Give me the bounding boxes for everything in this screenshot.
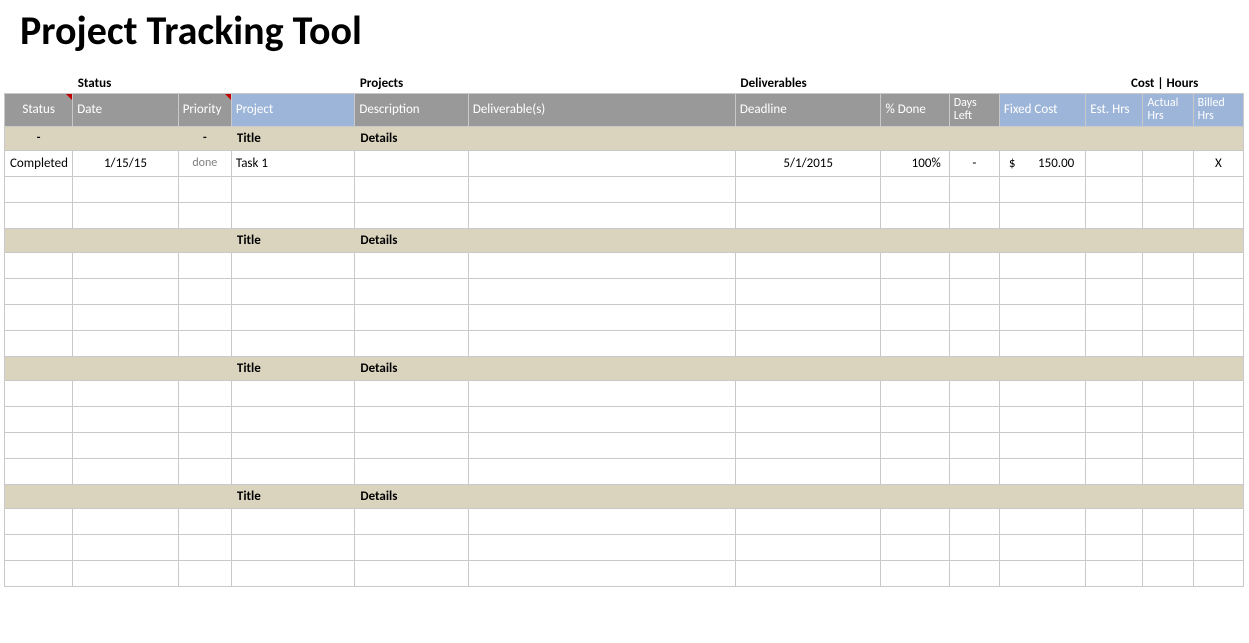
cell-priority[interactable]: done: [178, 150, 231, 176]
page-title: Project Tracking Tool: [0, 0, 1249, 71]
table-row: [5, 176, 1244, 202]
comment-indicator-icon: [66, 94, 72, 100]
col-status[interactable]: Status: [5, 93, 73, 126]
section-status: Status: [73, 71, 178, 93]
table-row: [5, 458, 1244, 484]
cell-pct-done[interactable]: 100%: [881, 150, 949, 176]
cell-fixed-cost[interactable]: $150.00: [999, 150, 1085, 176]
cell-description[interactable]: [355, 150, 468, 176]
group-title[interactable]: Title: [231, 228, 354, 252]
table-row: [5, 380, 1244, 406]
col-deliverable[interactable]: Deliverable(s): [468, 93, 735, 126]
group-header-row: Title Details: [5, 356, 1244, 380]
group-header-row: Title Details: [5, 484, 1244, 508]
group-details[interactable]: Details: [355, 228, 468, 252]
group-details[interactable]: Details: [355, 126, 468, 150]
table-row: [5, 304, 1244, 330]
cell-actual-hrs[interactable]: [1143, 150, 1193, 176]
section-cost-hours: Cost | Hours: [1086, 71, 1244, 93]
project-tracking-table: Status Projects Deliverables Cost | Hour…: [4, 71, 1244, 587]
col-deadline[interactable]: Deadline: [735, 93, 881, 126]
col-actual-hrs[interactable]: ActualHrs: [1143, 93, 1193, 126]
col-pct-done[interactable]: % Done: [881, 93, 949, 126]
col-billed-hrs[interactable]: BilledHrs: [1193, 93, 1243, 126]
table-row: [5, 560, 1244, 586]
table-row: [5, 534, 1244, 560]
cell-date[interactable]: 1/15/15: [73, 150, 178, 176]
col-date[interactable]: Date: [73, 93, 178, 126]
group-details[interactable]: Details: [355, 484, 468, 508]
col-days-left[interactable]: DaysLeft: [949, 93, 999, 126]
table-row: Completed 1/15/15 done Task 1 5/1/2015 1…: [5, 150, 1244, 176]
table-row: [5, 330, 1244, 356]
col-project[interactable]: Project: [231, 93, 354, 126]
group-header-row: - - Title Details: [5, 126, 1244, 150]
group-dash: -: [178, 126, 231, 150]
section-headings-row: Status Projects Deliverables Cost | Hour…: [5, 71, 1244, 93]
table-row: [5, 432, 1244, 458]
cell-deadline[interactable]: 5/1/2015: [735, 150, 881, 176]
cell-project[interactable]: Task 1: [231, 150, 354, 176]
section-projects: Projects: [355, 71, 468, 93]
col-fixed-cost[interactable]: Fixed Cost: [999, 93, 1085, 126]
group-title[interactable]: Title: [231, 356, 354, 380]
group-title[interactable]: Title: [231, 126, 354, 150]
table-row: [5, 406, 1244, 432]
cell-days-left[interactable]: -: [949, 150, 999, 176]
table-row: [5, 278, 1244, 304]
table-row: [5, 252, 1244, 278]
section-deliverables: Deliverables: [735, 71, 881, 93]
cell-status[interactable]: Completed: [5, 150, 73, 176]
cell-est-hrs[interactable]: [1086, 150, 1143, 176]
column-header-row: Status Date Priority Project Description…: [5, 93, 1244, 126]
cell-deliverable[interactable]: [468, 150, 735, 176]
comment-indicator-icon: [225, 94, 231, 100]
table-row: [5, 508, 1244, 534]
cell-billed-hrs[interactable]: X: [1193, 150, 1243, 176]
col-priority[interactable]: Priority: [178, 93, 231, 126]
group-details[interactable]: Details: [355, 356, 468, 380]
table-row: [5, 202, 1244, 228]
col-description[interactable]: Description: [355, 93, 468, 126]
group-header-row: Title Details: [5, 228, 1244, 252]
group-title[interactable]: Title: [231, 484, 354, 508]
group-dash: -: [5, 126, 73, 150]
col-est-hrs[interactable]: Est. Hrs: [1086, 93, 1143, 126]
